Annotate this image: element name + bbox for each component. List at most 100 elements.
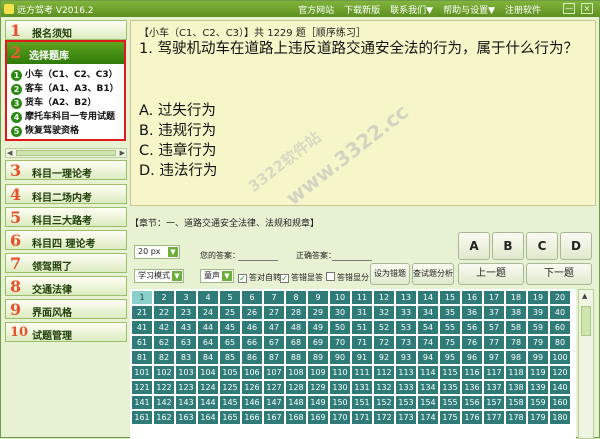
question-number-cell[interactable]: 72 bbox=[374, 336, 394, 349]
sound-select[interactable]: 童声 ▼ bbox=[200, 269, 234, 283]
question-number-cell[interactable]: 8 bbox=[286, 291, 306, 304]
question-number-cell[interactable]: 144 bbox=[198, 396, 218, 409]
question-number-cell[interactable]: 60 bbox=[550, 321, 570, 334]
question-number-cell[interactable]: 118 bbox=[506, 366, 526, 379]
question-number-cell[interactable]: 158 bbox=[506, 396, 526, 409]
question-number-cell[interactable]: 173 bbox=[396, 411, 416, 424]
question-number-cell[interactable]: 23 bbox=[176, 306, 196, 319]
question-number-cell[interactable]: 179 bbox=[528, 411, 548, 424]
scroll-thumb[interactable] bbox=[581, 306, 591, 336]
question-number-cell[interactable]: 98 bbox=[506, 351, 526, 364]
question-number-cell[interactable]: 47 bbox=[264, 321, 284, 334]
question-number-cell[interactable]: 108 bbox=[286, 366, 306, 379]
question-number-cell[interactable]: 156 bbox=[462, 396, 482, 409]
question-number-cell[interactable]: 142 bbox=[154, 396, 174, 409]
question-number-cell[interactable]: 155 bbox=[440, 396, 460, 409]
question-number-cell[interactable]: 48 bbox=[286, 321, 306, 334]
sidebar-item-subject2[interactable]: 4 科目二场内考 bbox=[5, 184, 127, 204]
answer-b-button[interactable]: B bbox=[492, 232, 524, 260]
question-number-cell[interactable]: 87 bbox=[264, 351, 284, 364]
question-number-cell[interactable]: 36 bbox=[462, 306, 482, 319]
question-number-cell[interactable]: 161 bbox=[132, 411, 152, 424]
question-number-cell[interactable]: 165 bbox=[220, 411, 240, 424]
question-number-cell[interactable]: 80 bbox=[550, 336, 570, 349]
question-number-cell[interactable]: 140 bbox=[550, 381, 570, 394]
question-number-cell[interactable]: 14 bbox=[418, 291, 438, 304]
sidebar-item-subject3[interactable]: 5 科目三大路考 bbox=[5, 207, 127, 227]
question-number-cell[interactable]: 177 bbox=[484, 411, 504, 424]
question-number-cell[interactable]: 126 bbox=[242, 381, 262, 394]
question-number-cell[interactable]: 167 bbox=[264, 411, 284, 424]
question-number-cell[interactable]: 52 bbox=[374, 321, 394, 334]
question-number-cell[interactable]: 12 bbox=[374, 291, 394, 304]
menu-contact[interactable]: 联系我们▼ bbox=[390, 3, 433, 16]
sidebar-item-select-bank[interactable]: 2 选择题库 bbox=[7, 42, 124, 64]
close-button[interactable]: × bbox=[581, 3, 593, 14]
question-number-cell[interactable]: 99 bbox=[528, 351, 548, 364]
question-number-cell[interactable]: 111 bbox=[352, 366, 372, 379]
question-number-cell[interactable]: 113 bbox=[396, 366, 416, 379]
question-number-cell[interactable]: 96 bbox=[462, 351, 482, 364]
question-number-cell[interactable]: 171 bbox=[352, 411, 372, 424]
question-number-cell[interactable]: 50 bbox=[330, 321, 350, 334]
question-number-cell[interactable]: 75 bbox=[440, 336, 460, 349]
question-number-cell[interactable]: 63 bbox=[176, 336, 196, 349]
mode-select[interactable]: 学习模式 ▼ bbox=[134, 269, 184, 283]
sidebar-hscrollbar[interactable]: ◀ ▶ bbox=[5, 148, 127, 158]
question-number-cell[interactable]: 150 bbox=[330, 396, 350, 409]
wrong-score-checkbox[interactable]: 答错显分 bbox=[326, 272, 369, 283]
question-number-cell[interactable]: 44 bbox=[198, 321, 218, 334]
question-number-cell[interactable]: 33 bbox=[396, 306, 416, 319]
question-number-cell[interactable]: 94 bbox=[418, 351, 438, 364]
question-number-cell[interactable]: 102 bbox=[154, 366, 174, 379]
question-number-cell[interactable]: 51 bbox=[352, 321, 372, 334]
question-number-cell[interactable]: 145 bbox=[220, 396, 240, 409]
question-number-cell[interactable]: 153 bbox=[396, 396, 416, 409]
question-number-cell[interactable]: 139 bbox=[528, 381, 548, 394]
question-number-cell[interactable]: 29 bbox=[308, 306, 328, 319]
question-number-cell[interactable]: 107 bbox=[264, 366, 284, 379]
question-number-cell[interactable]: 90 bbox=[330, 351, 350, 364]
question-number-cell[interactable]: 41 bbox=[132, 321, 152, 334]
question-number-cell[interactable]: 27 bbox=[264, 306, 284, 319]
question-number-cell[interactable]: 24 bbox=[198, 306, 218, 319]
question-number-cell[interactable]: 22 bbox=[154, 306, 174, 319]
question-number-cell[interactable]: 38 bbox=[506, 306, 526, 319]
question-number-cell[interactable]: 77 bbox=[484, 336, 504, 349]
question-number-cell[interactable]: 92 bbox=[374, 351, 394, 364]
question-number-cell[interactable]: 168 bbox=[286, 411, 306, 424]
set-wrong-button[interactable]: 设为错题 bbox=[370, 263, 410, 285]
minimize-button[interactable]: — bbox=[563, 3, 575, 14]
question-number-cell[interactable]: 143 bbox=[176, 396, 196, 409]
question-number-cell[interactable]: 159 bbox=[528, 396, 548, 409]
sidebar-item-subject1[interactable]: 3 科目一理论考 bbox=[5, 160, 127, 180]
question-number-cell[interactable]: 95 bbox=[440, 351, 460, 364]
question-number-cell[interactable]: 84 bbox=[198, 351, 218, 364]
question-number-cell[interactable]: 58 bbox=[506, 321, 526, 334]
question-number-cell[interactable]: 71 bbox=[352, 336, 372, 349]
question-number-cell[interactable]: 166 bbox=[242, 411, 262, 424]
menu-help[interactable]: 帮助与设置▼ bbox=[443, 3, 495, 16]
question-number-cell[interactable]: 162 bbox=[154, 411, 174, 424]
question-number-cell[interactable]: 101 bbox=[132, 366, 152, 379]
question-number-cell[interactable]: 79 bbox=[528, 336, 548, 349]
question-number-cell[interactable]: 28 bbox=[286, 306, 306, 319]
question-number-cell[interactable]: 134 bbox=[418, 381, 438, 394]
question-number-cell[interactable]: 93 bbox=[396, 351, 416, 364]
question-number-cell[interactable]: 97 bbox=[484, 351, 504, 364]
question-number-cell[interactable]: 69 bbox=[308, 336, 328, 349]
analysis-button[interactable]: 查试题分析 bbox=[412, 263, 454, 285]
question-number-cell[interactable]: 40 bbox=[550, 306, 570, 319]
question-number-cell[interactable]: 32 bbox=[374, 306, 394, 319]
sidebar-item-question-manage[interactable]: 10 试题管理 bbox=[5, 322, 127, 342]
question-number-cell[interactable]: 129 bbox=[308, 381, 328, 394]
question-number-cell[interactable]: 100 bbox=[550, 351, 570, 364]
question-number-cell[interactable]: 54 bbox=[418, 321, 438, 334]
sidebar-item-license[interactable]: 7 领驾照了 bbox=[5, 253, 127, 273]
question-number-cell[interactable]: 16 bbox=[462, 291, 482, 304]
question-number-cell[interactable]: 136 bbox=[462, 381, 482, 394]
question-number-cell[interactable]: 152 bbox=[374, 396, 394, 409]
question-number-cell[interactable]: 88 bbox=[286, 351, 306, 364]
question-number-cell[interactable]: 61 bbox=[132, 336, 152, 349]
scroll-thumb[interactable] bbox=[16, 150, 116, 156]
